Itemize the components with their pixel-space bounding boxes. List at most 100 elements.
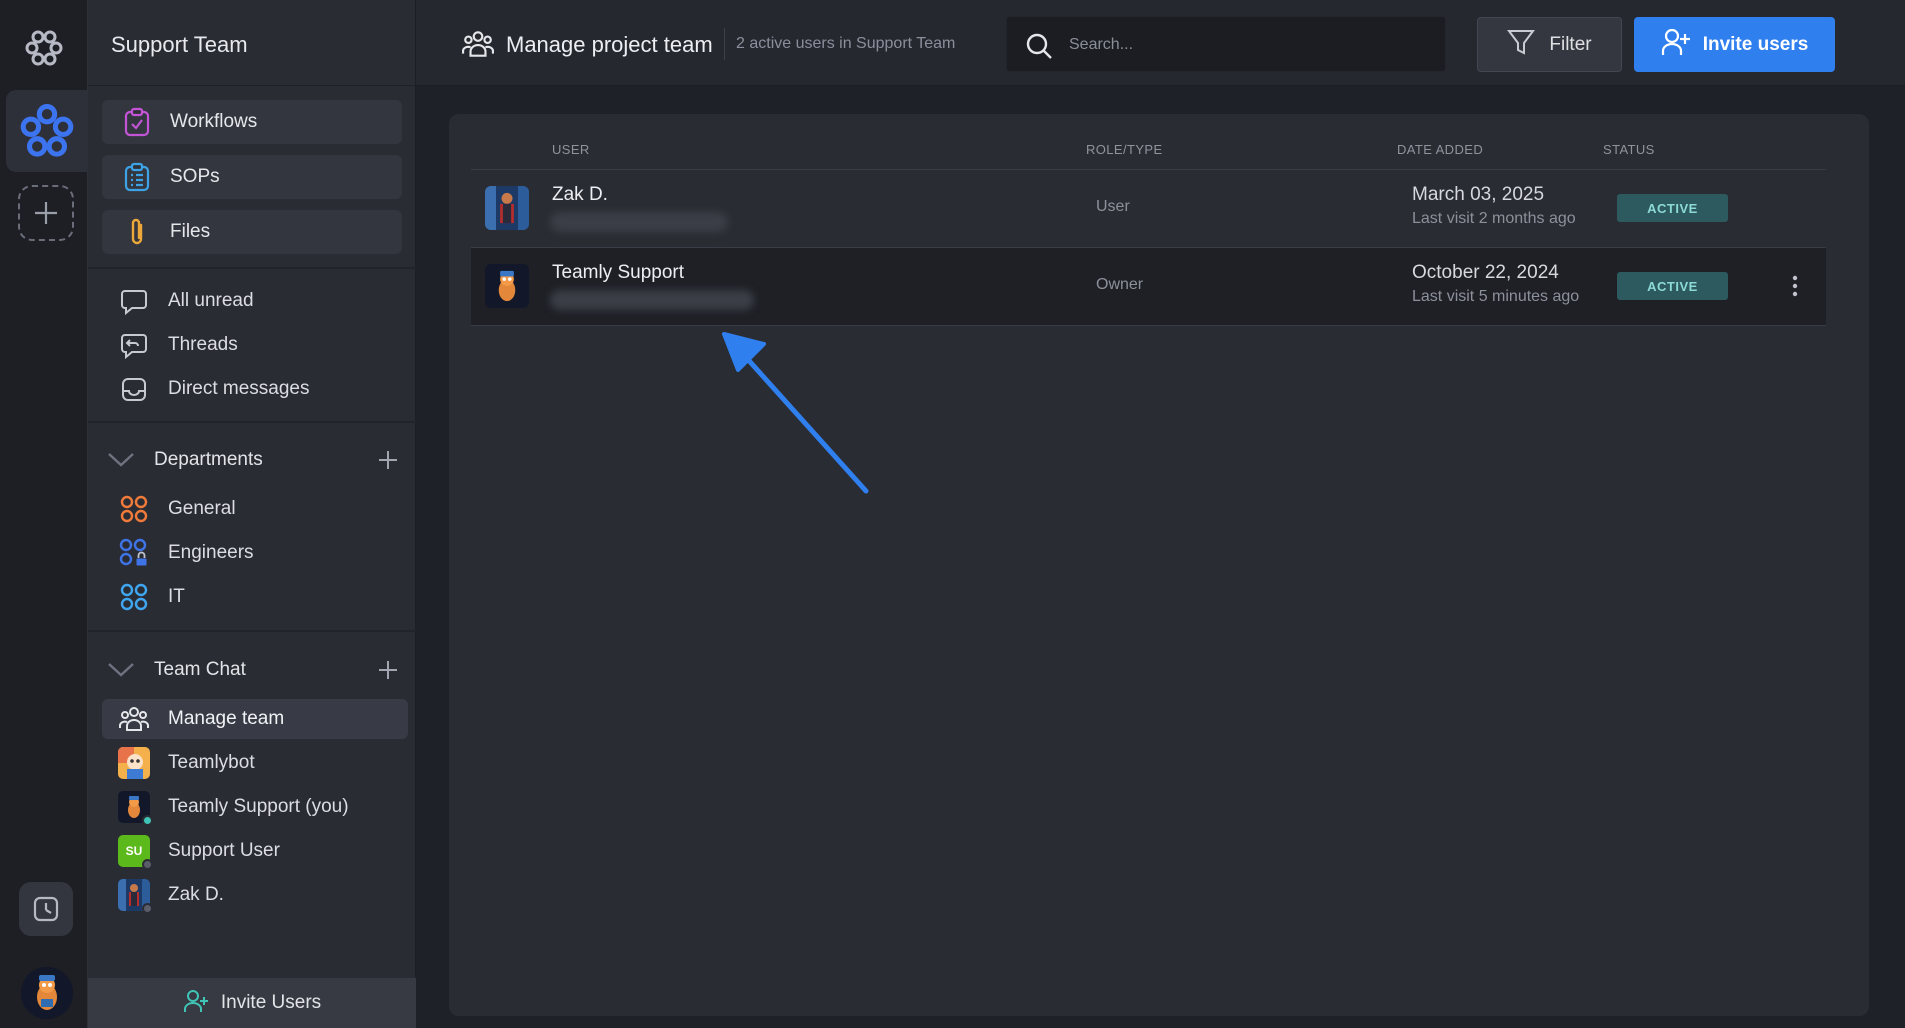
teamlybot-avatar-wrap: [118, 747, 150, 779]
column-header-status[interactable]: STATUS: [1603, 142, 1655, 157]
add-department-icon[interactable]: [374, 446, 402, 474]
clipboard-list-icon: [122, 162, 152, 192]
row-divider: [471, 325, 1826, 326]
page-header: Manage project team 2 active users in Su…: [416, 0, 1905, 86]
sidebar-card-sops[interactable]: SOPs: [102, 155, 402, 199]
sidebar-item-general[interactable]: General: [102, 489, 408, 529]
teamly-logo-icon[interactable]: [24, 28, 64, 68]
user-role: User: [1096, 198, 1130, 215]
department-icon: [118, 493, 150, 525]
locked-department-icon: [118, 537, 150, 569]
filter-icon: [1507, 28, 1536, 61]
annotation-arrow-icon: [722, 332, 869, 494]
divider: [88, 630, 416, 632]
team-icon: [462, 30, 494, 58]
add-workspace-button[interactable]: [18, 185, 74, 241]
sidebar-item-engineers[interactable]: Engineers: [102, 533, 408, 573]
sidebar-item-label: All unread: [168, 290, 254, 311]
more-options-icon[interactable]: [1787, 270, 1803, 302]
project-sidebar: Support Team Workflows SOPs Files All un…: [88, 0, 416, 1028]
current-user-avatar[interactable]: [21, 967, 73, 1019]
last-visit: Last visit 5 minutes ago: [1412, 288, 1580, 305]
filter-button[interactable]: Filter: [1477, 17, 1622, 72]
sidebar-item-label: Manage team: [168, 708, 285, 729]
sidebar-item-label: Teamlybot: [168, 752, 255, 773]
sidebar-card-label: Workflows: [170, 111, 258, 132]
offline-status-dot: [142, 859, 153, 870]
sidebar-item-teamlybot[interactable]: Teamlybot: [102, 743, 408, 783]
column-header-user[interactable]: USER: [552, 142, 590, 157]
sidebar-item-direct-messages[interactable]: Direct messages: [102, 369, 408, 409]
divider: [88, 267, 416, 269]
section-departments[interactable]: Departments: [102, 440, 402, 480]
column-header-role[interactable]: ROLE/TYPE: [1086, 142, 1163, 157]
workspace-rail: [0, 0, 88, 1028]
sidebar-item-all-unread[interactable]: All unread: [102, 281, 408, 321]
sidebar-item-label: General: [168, 498, 236, 519]
inbox-icon: [118, 373, 150, 405]
status-badge: ACTIVE: [1617, 194, 1728, 222]
table-row[interactable]: Zak D. User March 03, 2025 Last visit 2 …: [471, 170, 1826, 248]
search-icon: [1025, 32, 1053, 60]
sidebar-item-label: Engineers: [168, 542, 254, 563]
zak-avatar-wrap: [118, 879, 153, 914]
sidebar-item-it[interactable]: IT: [102, 577, 408, 617]
user-name: Teamly Support: [552, 262, 685, 283]
section-title: Departments: [154, 449, 263, 470]
user-name: Zak D.: [552, 184, 608, 205]
last-visit: Last visit 2 months ago: [1412, 210, 1576, 227]
support-user-avatar-wrap: SU: [118, 835, 153, 870]
teamly-support-avatar-wrap: [118, 791, 153, 826]
sidebar-item-teamly-support[interactable]: Teamly Support (you): [102, 787, 408, 827]
sidebar-invite-users-button[interactable]: Invite Users: [88, 978, 416, 1028]
workspace-support-team[interactable]: [6, 90, 88, 172]
sidebar-item-support-user[interactable]: SU Support User: [102, 831, 408, 871]
page-title: Manage project team: [506, 32, 713, 57]
history-clock-button[interactable]: [19, 882, 73, 936]
invite-users-button[interactable]: Invite users: [1634, 17, 1835, 72]
blurred-email: [550, 212, 728, 232]
sidebar-item-threads[interactable]: Threads: [102, 325, 408, 365]
sidebar-item-manage-team[interactable]: Manage team: [102, 699, 408, 739]
sidebar-item-label: Teamly Support (you): [168, 796, 349, 817]
add-user-icon: [1661, 28, 1691, 61]
sidebar-item-label: IT: [168, 586, 185, 607]
date-added: October 22, 2024: [1412, 262, 1559, 283]
sidebar-card-label: SOPs: [170, 166, 220, 187]
column-header-date-added[interactable]: DATE ADDED: [1397, 142, 1483, 157]
clipboard-check-icon: [122, 107, 152, 137]
table-row[interactable]: Teamly Support Owner October 22, 2024 La…: [471, 248, 1826, 326]
department-icon: [118, 581, 150, 613]
filter-label: Filter: [1549, 33, 1592, 55]
section-team-chat[interactable]: Team Chat: [102, 650, 402, 690]
add-chat-icon[interactable]: [374, 656, 402, 684]
status-badge: ACTIVE: [1617, 272, 1728, 300]
add-user-icon: [183, 989, 209, 1018]
chevron-down-icon[interactable]: [106, 655, 136, 685]
search-box: [1006, 16, 1446, 72]
search-input[interactable]: [1069, 31, 1429, 59]
invite-users-label: Invite Users: [220, 992, 322, 1013]
offline-status-dot: [142, 903, 153, 914]
sidebar-item-label: Threads: [168, 334, 238, 355]
sidebar-item-label: Direct messages: [168, 378, 310, 399]
sidebar-item-zak-d[interactable]: Zak D.: [102, 875, 408, 915]
sidebar-item-label: Support User: [168, 840, 280, 861]
sidebar-card-workflows[interactable]: Workflows: [102, 100, 402, 144]
user-avatar: [485, 264, 529, 308]
user-role: Owner: [1096, 276, 1144, 293]
sidebar-item-label: Zak D.: [168, 884, 224, 905]
chat-bubble-icon: [118, 285, 150, 317]
active-users-count: 2 active users in Support Team: [736, 35, 956, 52]
chevron-down-icon[interactable]: [106, 445, 136, 475]
invite-users-label: Invite users: [1702, 33, 1809, 55]
divider: [724, 28, 725, 60]
divider: [88, 85, 416, 86]
thread-icon: [118, 329, 150, 361]
online-status-dot: [142, 815, 153, 826]
sidebar-card-files[interactable]: Files: [102, 210, 402, 254]
user-avatar: [485, 186, 529, 230]
team-name: Support Team: [111, 32, 248, 57]
divider: [88, 421, 416, 423]
date-added: March 03, 2025: [1412, 184, 1545, 205]
